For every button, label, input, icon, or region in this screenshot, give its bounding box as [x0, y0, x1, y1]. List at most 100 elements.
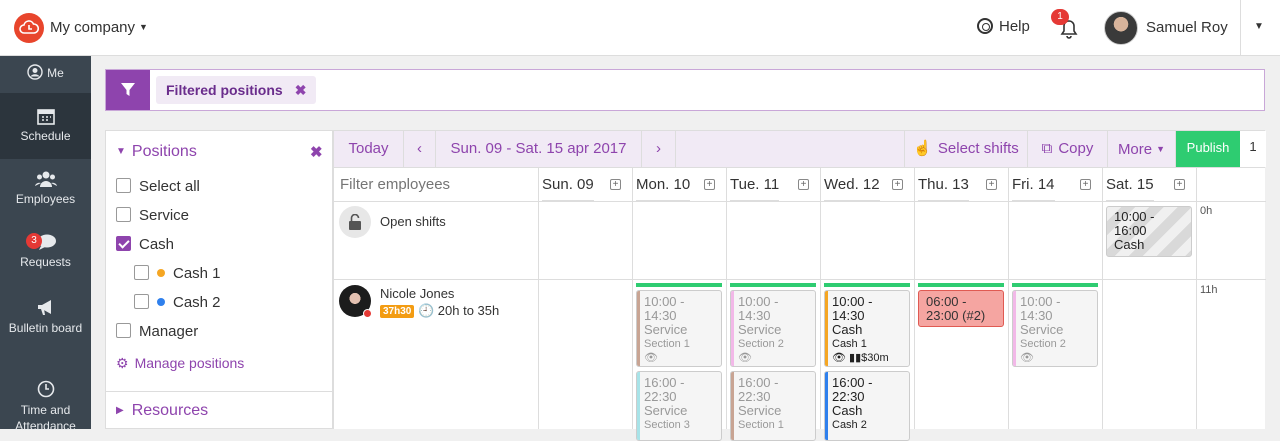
- add-shift-icon[interactable]: +: [1080, 179, 1091, 190]
- day-header[interactable]: Fri. 14: [1012, 168, 1055, 201]
- open-shift-card[interactable]: 10:00 - 16:00 Cash: [1106, 206, 1192, 257]
- checkbox-cash-2[interactable]: Cash 2: [134, 294, 221, 311]
- day-header[interactable]: Sun. 09: [542, 168, 594, 201]
- left-navigation: Me Schedule Employees 3 Requests Bulleti…: [0, 56, 91, 433]
- day-status-bar: [1012, 283, 1098, 287]
- checkbox[interactable]: [116, 178, 131, 193]
- filter-chip-label: Filtered positions: [166, 82, 283, 98]
- resources-title: Resources: [131, 402, 209, 419]
- positions-panel: ▼ Positions ✖ Select all Service Cash Cas…: [105, 130, 333, 429]
- username[interactable]: Samuel Roy: [1146, 19, 1228, 36]
- add-shift-icon[interactable]: +: [1174, 179, 1185, 190]
- day-status-bar: [824, 283, 910, 287]
- open-shifts-hours: 0h: [1200, 205, 1213, 217]
- add-shift-icon[interactable]: +: [704, 179, 715, 190]
- help-link[interactable]: Help: [977, 18, 1030, 35]
- shift-card-conflict[interactable]: 06:00 - 23:00 (#2): [918, 290, 1004, 327]
- shift-time-start: 16:00 -: [832, 375, 873, 390]
- user-avatar[interactable]: [1104, 11, 1138, 45]
- day-header[interactable]: Sat. 15: [1106, 168, 1154, 201]
- color-dot: [157, 269, 165, 277]
- add-shift-icon[interactable]: +: [986, 179, 997, 190]
- divider: [334, 279, 1266, 280]
- checkbox-label: Select all: [139, 178, 200, 195]
- nav-item-employees[interactable]: Employees: [0, 170, 91, 220]
- today-button[interactable]: Today: [334, 131, 404, 167]
- nav-item-requests[interactable]: 3 Requests: [0, 233, 91, 283]
- shift-card[interactable]: 10:00 - 14:30 Service Section 2 👁: [1012, 290, 1098, 367]
- shift-card[interactable]: 10:00 - 14:30 Cash Cash 1 👁 ▮▮$30m: [824, 290, 910, 367]
- employee-hours: 37h30 🕘 20h to 35h: [380, 303, 499, 319]
- manage-positions-link[interactable]: ⚙ Manage positions: [116, 355, 244, 372]
- shift-position: Service: [738, 403, 782, 418]
- add-shift-icon[interactable]: +: [892, 179, 903, 190]
- shift-position: Cash: [832, 322, 863, 337]
- positions-header[interactable]: ▼ Positions: [116, 143, 197, 161]
- prev-week-button[interactable]: ‹: [404, 131, 436, 167]
- top-bar: My company ▼ Help 1 Samuel Roy ▼: [0, 0, 1280, 56]
- shift-card[interactable]: 10:00 - 14:30 Service Section 1 👁: [636, 290, 722, 367]
- add-shift-icon[interactable]: +: [610, 179, 621, 190]
- checkbox-label: Manager: [139, 323, 199, 340]
- position-color-bar: [731, 372, 734, 440]
- color-dot: [157, 298, 165, 306]
- add-shift-icon[interactable]: +: [798, 179, 809, 190]
- shift-time-end: 16:00: [1114, 223, 1147, 238]
- nav-label: Bulletin board: [8, 321, 83, 335]
- checkbox[interactable]: [134, 265, 149, 280]
- checkbox[interactable]: [116, 323, 131, 338]
- nav-item-time-attendance[interactable]: Time and Attendance: [0, 380, 91, 440]
- app-logo[interactable]: [14, 13, 44, 43]
- divider: [632, 168, 633, 429]
- day-header[interactable]: Thu. 13: [918, 168, 969, 201]
- shift-card[interactable]: 16:00 - 22:30 Cash Cash 2: [824, 371, 910, 441]
- close-icon[interactable]: ✖: [295, 82, 307, 98]
- shift-time-start: 10:00 -: [832, 294, 873, 309]
- checkbox-checked[interactable]: [116, 236, 131, 251]
- employee-name[interactable]: Nicole Jones: [380, 286, 454, 301]
- resources-header[interactable]: ▶ Resources: [116, 402, 208, 420]
- copy-icon: ⧉: [1041, 140, 1053, 157]
- filter-employees-input[interactable]: [334, 168, 538, 201]
- shift-card[interactable]: 10:00 - 14:30 Service Section 2 👁: [730, 290, 816, 367]
- company-selector[interactable]: My company ▼: [50, 19, 148, 36]
- more-button[interactable]: More ▼: [1108, 131, 1176, 167]
- checkbox-select-all[interactable]: Select all: [116, 178, 200, 195]
- checkbox-cash-1[interactable]: Cash 1: [134, 265, 221, 282]
- copy-button[interactable]: ⧉ Copy: [1028, 131, 1108, 167]
- select-shifts-button[interactable]: ☝ Select shifts: [904, 131, 1028, 167]
- publish-button[interactable]: Publish: [1176, 131, 1240, 167]
- close-icon[interactable]: ✖: [310, 143, 323, 161]
- employee-total-hours: 11h: [1200, 284, 1218, 296]
- more-label: More: [1117, 141, 1153, 158]
- checkbox-cash[interactable]: Cash: [116, 236, 174, 253]
- chevron-down-icon: ▼: [139, 22, 148, 32]
- checkbox[interactable]: [116, 207, 131, 222]
- checkbox[interactable]: [134, 294, 149, 309]
- shift-time-start: 06:00 -: [926, 294, 967, 309]
- schedule-toolbar: Today ‹ Sun. 09 - Sat. 15 apr 2017 › ☝ Se…: [333, 130, 1266, 168]
- date-range[interactable]: Sun. 09 - Sat. 15 apr 2017: [436, 131, 642, 167]
- shift-card[interactable]: 16:00 - 22:30 Service Section 1: [730, 371, 816, 441]
- eye-icon: 👁: [738, 352, 752, 364]
- shift-section: Section 2: [1020, 338, 1066, 350]
- filter-button[interactable]: [106, 70, 150, 110]
- day-status-bar: [730, 283, 816, 287]
- shift-card[interactable]: 16:00 - 22:30 Service Section 3: [636, 371, 722, 441]
- nav-item-bulletin-board[interactable]: Bulletin board: [0, 298, 91, 358]
- day-status-bar: [918, 283, 1004, 287]
- checkbox-label: Cash: [139, 236, 175, 253]
- checkbox-manager[interactable]: Manager: [116, 323, 198, 340]
- day-header[interactable]: Mon. 10: [636, 168, 691, 201]
- checkbox-service[interactable]: Service: [116, 207, 189, 224]
- nav-item-me[interactable]: Me: [0, 64, 91, 84]
- day-header[interactable]: Wed. 12: [824, 168, 880, 201]
- shift-time-end: 22:30: [832, 389, 865, 404]
- chevron-down-icon[interactable]: ▼: [1254, 21, 1264, 32]
- day-header[interactable]: Tue. 11: [730, 168, 780, 201]
- status-dot: [363, 309, 372, 318]
- position-color-bar: [637, 372, 640, 440]
- filter-chip[interactable]: Filtered positions ✖: [156, 76, 317, 104]
- next-week-button[interactable]: ›: [642, 131, 676, 167]
- nav-item-schedule[interactable]: Schedule: [0, 93, 91, 159]
